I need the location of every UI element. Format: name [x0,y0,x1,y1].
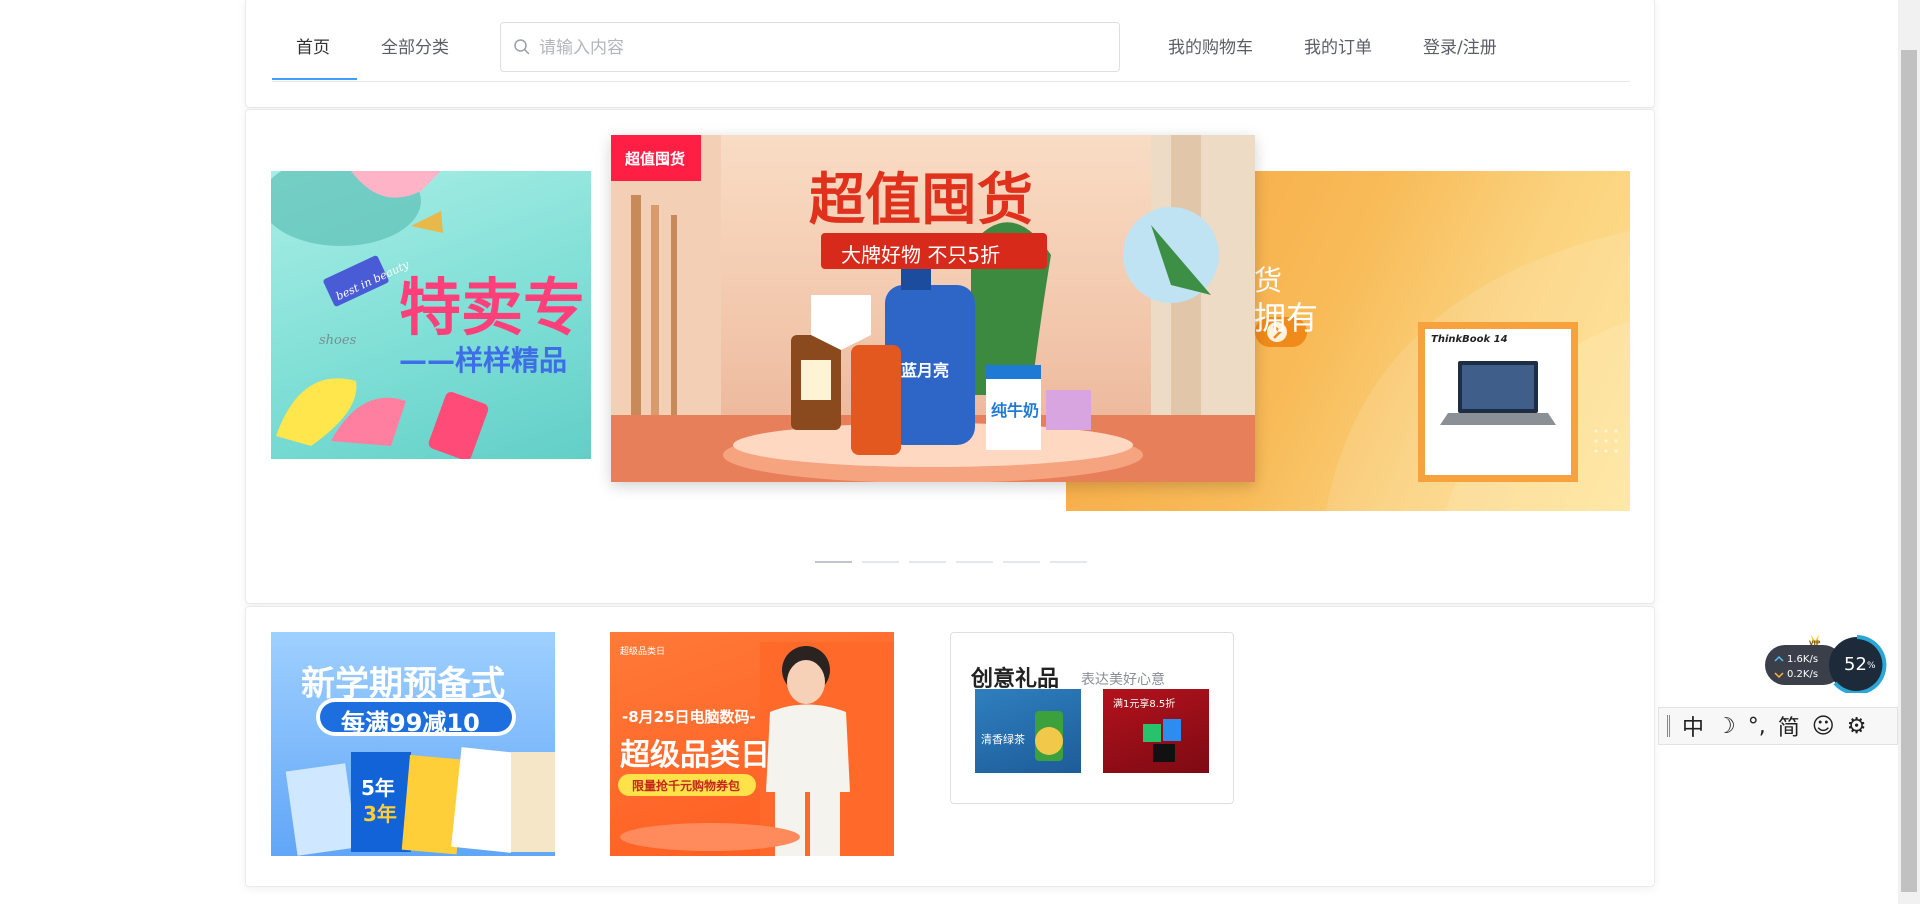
stockup-badge: 超值囤货 [625,150,686,168]
stockup-ribbon-text: 大牌好物 不只5折 [841,243,1001,267]
network-speed-widget[interactable]: 1.6K/s 0.2K/s 52 % VIP [1765,633,1887,695]
book-label-1: 5年 [361,776,395,800]
vip-badge: VIP [1809,640,1821,647]
scrollbar-thumb[interactable] [1901,50,1917,892]
header-bar: 首页 全部分类 我的购物车 我的订单 登录/注册 [245,0,1655,108]
new-semester-subtitle: 每满99减10 [341,709,480,737]
ime-toolbar: 中 ☽ °, 简 ☺ ⚙ [1658,707,1898,745]
stockup-product-label: 纯牛奶 [991,401,1040,420]
gift-tea-text: 清香绿茶 [981,733,1025,746]
super-category-title: 超级品类日 [620,738,770,773]
emoji-icon[interactable]: ☺ [1812,714,1835,739]
book-label-2: 3年 [363,802,397,826]
laptop-label: ThinkBook 14 [1431,334,1508,345]
cpu-percent-sign: % [1867,661,1876,671]
stockup-title: 超值囤货 [809,168,1033,233]
search-icon [514,39,530,55]
cart-link[interactable]: 我的购物车 [1168,33,1253,58]
punctuation-toggle[interactable]: °, [1748,714,1766,739]
page-scrollbar[interactable] [1898,0,1920,904]
gift-image-tea[interactable]: 清香绿茶 [975,689,1081,773]
promo-super-category-day[interactable]: 超级品类日 -8月25日电脑数码- 超级品类日 限量抢千元购物券包 [610,632,894,856]
gear-icon[interactable]: ⚙ [1847,714,1867,739]
carousel-dot-5[interactable] [1003,561,1040,563]
ime-language-toggle[interactable]: 中 [1682,710,1704,742]
gift-subtitle: 表达美好心意 [1081,672,1165,688]
sale-title: 特卖专 [399,271,586,344]
ime-drag-handle[interactable] [1667,715,1670,737]
super-category-logo: 超级品类日 [620,647,666,657]
carousel-slide-sale[interactable]: best in beauty shoes 特卖专 ——样样精品 [271,171,591,459]
carousel-dot-2[interactable] [862,561,899,563]
sale-caption: shoes [319,333,357,348]
net-upload-speed: 1.6K/s [1787,654,1819,665]
header-divider [272,81,1630,82]
carousel-dot-4[interactable] [956,561,993,563]
super-category-cta: 限量抢千元购物券包 [632,779,741,793]
promo-section: 新学期预备式 每满99减10 5年 3年 超级品类日 -8月25日电脑数码- 超… [245,606,1655,887]
moon-icon[interactable]: ☽ [1716,714,1736,739]
laptop-slide-text-2: 拥有 [1254,299,1319,337]
carousel-dot-6[interactable] [1050,561,1087,563]
creative-gifts-card[interactable]: 创意礼品 表达美好心意 清香绿茶 满1元享8.5折 [950,632,1234,804]
login-register-link[interactable]: 登录/注册 [1423,33,1497,58]
orders-link[interactable]: 我的订单 [1304,33,1372,58]
active-tab-indicator [272,78,357,80]
carousel-dot-1[interactable] [815,561,852,563]
tab-all-categories[interactable]: 全部分类 [381,33,449,58]
new-semester-title: 新学期预备式 [301,664,505,704]
sale-subtitle: ——样样精品 [399,344,568,377]
banner-carousel: best in beauty shoes 特卖专 ——样样精品 货 拥有 Thi… [245,109,1655,604]
cpu-percent: 52 [1844,654,1867,675]
search-input[interactable] [539,33,1099,63]
search-box[interactable] [500,22,1120,72]
net-download-speed: 0.2K/s [1787,669,1819,680]
tab-home[interactable]: 首页 [296,33,330,58]
super-category-date: -8月25日电脑数码- [622,708,756,726]
gift-image-discount[interactable]: 满1元享8.5折 [1103,689,1209,773]
stockup-brand-label: 蓝月亮 [901,361,950,380]
gift-discount-text: 满1元享8.5折 [1113,699,1176,710]
carousel-dot-3[interactable] [909,561,946,563]
promo-new-semester[interactable]: 新学期预备式 每满99减10 5年 3年 [271,632,555,856]
carousel-slide-stockup[interactable]: 超值囤货 超值囤货 大牌好物 不只5折 蓝月亮 纯牛奶 [611,135,1255,482]
carousel-indicators [815,561,1087,563]
simplified-toggle[interactable]: 简 [1778,710,1800,742]
